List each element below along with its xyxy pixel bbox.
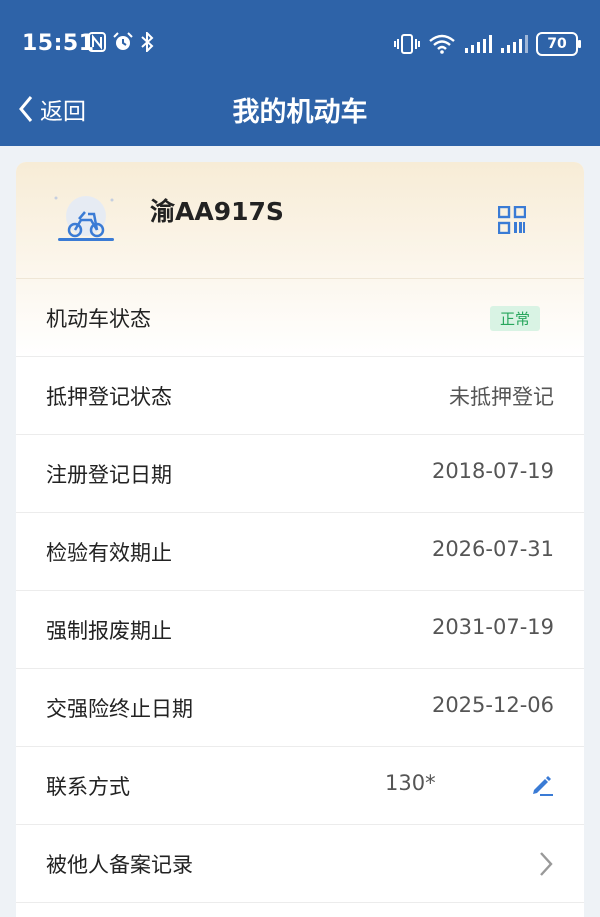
- signal-icon-1: [465, 35, 492, 53]
- page-title: 我的机动车: [232, 97, 368, 128]
- row-vehicle-status: 机动车状态 正常: [16, 279, 584, 357]
- row-value: 2026-07-31: [431, 537, 554, 561]
- alarm-icon: [113, 32, 133, 50]
- vehicle-card: 渝AA917S 机动车状态 正常 抵押登记状态 未抵押登记 注册登记日期 201…: [16, 162, 584, 917]
- status-time: 15:51: [22, 31, 95, 56]
- row-label: 抵押登记状态: [46, 385, 172, 409]
- row-inspection-valid-until: 检验有效期止 2026-07-31: [16, 513, 584, 591]
- plate-number: 渝AA917S: [150, 197, 284, 226]
- row-label: 交强险终止日期: [46, 697, 193, 721]
- row-label: 检验有效期止: [46, 541, 172, 565]
- row-label: 机动车状态: [46, 307, 151, 331]
- row-label: 联系方式: [46, 775, 130, 799]
- row-value: 2031-07-19: [431, 615, 554, 639]
- row-scrap-deadline: 强制报废期止 2031-07-19: [16, 591, 584, 669]
- row-value: 未抵押登记: [449, 385, 554, 409]
- row-filing-records[interactable]: 被他人备案记录: [16, 825, 584, 903]
- wifi-icon: [429, 34, 455, 54]
- vibrate-icon: [394, 34, 420, 54]
- chevron-right-icon: [540, 852, 553, 876]
- contact-value: 130*: [385, 771, 436, 795]
- signal-icon-2: [501, 35, 528, 53]
- row-value: 2025-12-06: [431, 693, 554, 717]
- row-label: 被他人备案记录: [46, 853, 193, 877]
- motorcycle-icon: [50, 194, 120, 246]
- vehicle-header: 渝AA917S: [16, 162, 584, 279]
- row-label: 强制报废期止: [46, 619, 172, 643]
- status-icons-left: [88, 32, 154, 52]
- row-value: 2018-07-19: [431, 459, 554, 483]
- qr-code-icon[interactable]: [498, 206, 526, 234]
- nav-bar: 返回 我的机动车: [0, 72, 600, 146]
- bluetooth-icon: [141, 32, 154, 52]
- row-label: 注册登记日期: [46, 463, 172, 487]
- status-badge: 正常: [489, 306, 540, 331]
- row-registration-date: 注册登记日期 2018-07-19: [16, 435, 584, 513]
- row-insurance-end-date: 交强险终止日期 2025-12-06: [16, 669, 584, 747]
- nfc-icon: [88, 32, 106, 52]
- row-contact: 联系方式 130*: [16, 747, 584, 825]
- row-mortgage-status: 抵押登记状态 未抵押登记: [16, 357, 584, 435]
- edit-icon[interactable]: [530, 773, 554, 797]
- battery-indicator: 70: [536, 32, 581, 56]
- top-bar: 15:51 70 返回 我的机动车: [0, 0, 600, 146]
- status-icons-right: 70: [394, 32, 581, 56]
